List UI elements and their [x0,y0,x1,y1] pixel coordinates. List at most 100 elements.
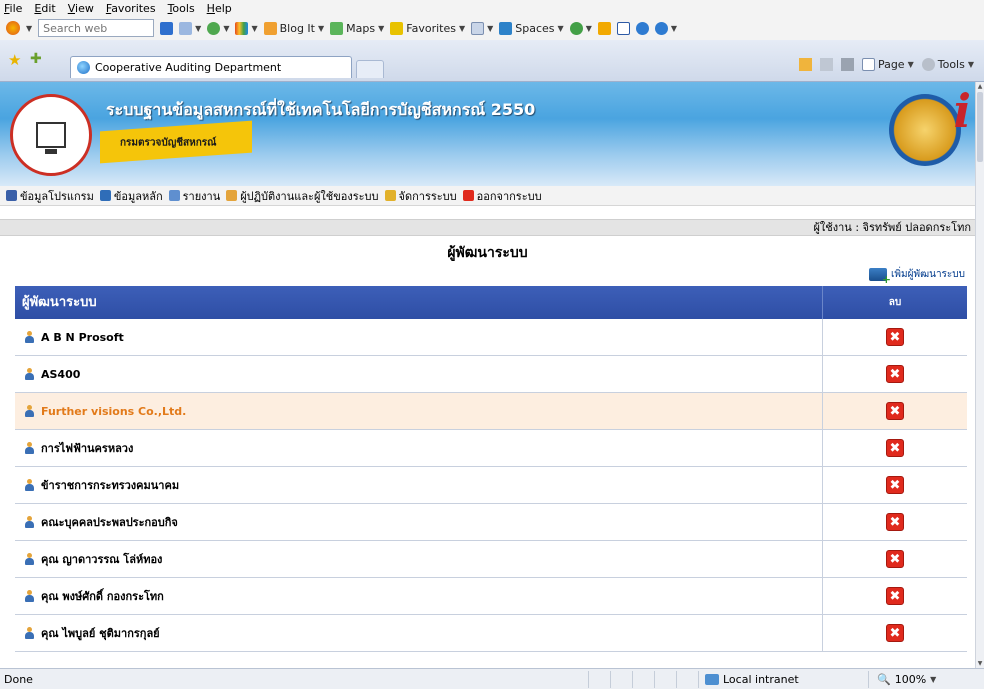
pencil-button[interactable] [597,21,611,35]
delete-button[interactable]: ✖ [886,587,904,605]
menu-tools[interactable]: Tools [168,2,195,15]
column-header-delete: ลบ [888,297,902,308]
tab-cooperative-auditing[interactable]: Cooperative Auditing Department [70,56,352,78]
developer-name-cell[interactable]: ข้าราชการกระทรวงคมนาคม [15,467,823,503]
nav-master-data[interactable]: ข้อมูลหลัก [99,187,163,205]
blog-it-button[interactable]: Blog It ▼ [263,21,324,35]
help-button[interactable]: ▼ [654,21,677,35]
delete-button[interactable]: ✖ [886,624,904,642]
tab-title: Cooperative Auditing Department [95,61,282,74]
menu-favorites[interactable]: Favorites [106,2,156,15]
person-icon [24,479,35,491]
mail-icon [471,21,485,35]
zone-label: Local intranet [723,672,799,686]
person-icon [24,405,35,417]
delete-cell: ✖ [823,541,967,577]
feeds-icon[interactable] [819,58,833,71]
delete-cell: ✖ [823,578,967,614]
page-title: ผู้พัฒนาระบบ [447,245,528,261]
table-body: A B N Prosoft ✖ AS400 ✖ Further visions Co.,… [15,319,967,652]
mail-button[interactable]: ▼ [471,21,493,35]
developer-name-cell[interactable]: คุณ ญาดาวรรณ โล่ห์ทอง [15,541,823,577]
person-icon [24,331,35,343]
developer-name-cell[interactable]: A B N Prosoft [15,319,823,355]
favorites-star-icon[interactable]: ★ [8,51,21,69]
scroll-thumb[interactable] [977,92,983,162]
person-icon [24,553,35,565]
developer-name-cell[interactable]: คณะบุคคลประพลประกอบกิจ [15,504,823,540]
msn-dropdown-icon[interactable]: ▼ [26,24,32,33]
developer-name-cell[interactable]: การไฟฟ้านครหลวง [15,430,823,466]
current-user-label: ผู้ใช้งาน : จิรทรัพย์ ปลอดกระโทก [813,221,971,234]
scroll-up-icon[interactable]: ▲ [976,82,984,91]
edit-button[interactable] [616,21,630,35]
add-developer-link[interactable]: เพิ่มผู้พัฒนาระบบ [869,267,965,286]
command-bar: Page ▼ Tools ▼ [798,58,974,71]
home-icon[interactable] [798,58,812,71]
main-nav: ข้อมูลโปรแกรม ข้อมูลหลัก รายงาน ผู้ปฏิบั… [0,186,975,206]
info-i-mark: i [953,84,971,138]
developer-name: คุณ ญาดาวรรณ โล่ห์ทอง [41,553,163,566]
msn-icon[interactable] [6,21,20,35]
toolbar-butterfly-button[interactable]: ▼ [235,21,258,35]
toolbar-add-button[interactable]: ▼ [207,21,229,35]
delete-cell: ✖ [823,393,967,429]
delete-button[interactable]: ✖ [886,476,904,494]
messenger-button[interactable]: ▼ [569,21,592,35]
nav-reports-label: รายงาน [182,189,221,203]
developer-name-cell[interactable]: คุณ พงษ์ศักดิ์ กองกระโทก [15,578,823,614]
zoom-dropdown-icon[interactable]: ▼ [930,675,936,684]
search-input[interactable] [38,19,155,37]
nav-system-admin[interactable]: จัดการระบบ [384,187,457,205]
menu-help[interactable]: Help [207,2,232,15]
status-segment [588,670,610,688]
print-icon[interactable] [840,58,854,71]
delete-button[interactable]: ✖ [886,402,904,420]
highlight-icon [179,21,193,35]
delete-button[interactable]: ✖ [886,439,904,457]
page-menu-button[interactable]: Page ▼ [861,58,914,71]
delete-button[interactable]: ✖ [886,550,904,568]
users-icon [99,190,111,201]
security-zone[interactable]: Local intranet [698,670,868,688]
favorites-button[interactable]: Favorites ▼ [390,21,465,35]
delete-button[interactable]: ✖ [886,513,904,531]
person-icon [226,190,238,201]
search-button[interactable] [160,21,174,35]
table-row: AS400 ✖ [15,356,967,393]
department-emblem [889,94,961,166]
menu-view[interactable]: View [68,2,94,15]
menu-file[interactable]: File [4,2,22,15]
delete-cell: ✖ [823,467,967,503]
new-tab-button[interactable] [356,60,384,78]
developer-name-cell[interactable]: คุณ ไพบูลย์ ชุติมากรกุลย์ [15,615,823,651]
banner-title: ระบบฐานข้อมูลสหกรณ์ที่ใช้เทคโนโลยีการบัญ… [106,100,536,119]
delete-button[interactable]: ✖ [886,328,904,346]
developer-name: คุณ ไพบูลย์ ชุติมากรกุลย์ [41,627,160,640]
cad-logo [10,94,92,176]
spaces-button[interactable]: Spaces ▼ [499,21,564,35]
vertical-scrollbar[interactable]: ▲ ▼ [975,82,984,668]
nav-system-admin-label: จัดการระบบ [398,189,457,203]
alert-button[interactable] [635,21,649,35]
tools-menu-button[interactable]: Tools ▼ [921,58,974,71]
current-user-bar: ผู้ใช้งาน : จิรทรัพย์ ปลอดกระโทก [0,219,975,236]
developer-name-cell[interactable]: AS400 [15,356,823,392]
add-favorite-icon[interactable]: ✚ [30,51,42,67]
map-icon [330,21,344,35]
delete-button[interactable]: ✖ [886,365,904,383]
maps-button[interactable]: Maps ▼ [330,21,384,35]
developer-name: Further visions Co.,Ltd. [41,404,187,418]
nav-operators-users[interactable]: ผู้ปฏิบัติงานและผู้ใช้ของระบบ [226,187,379,205]
toolbar-highlight-button[interactable]: ▼ [179,21,201,35]
nav-logout[interactable]: ออกจากระบบ [462,187,542,205]
favorites-label: Favorites [406,21,456,35]
menu-edit[interactable]: Edit [34,2,55,15]
nav-program-info[interactable]: ข้อมูลโปรแกรม [6,187,94,205]
developer-name-cell[interactable]: Further visions Co.,Ltd. [15,393,823,429]
intranet-icon [705,673,719,685]
scroll-down-icon[interactable]: ▼ [976,659,984,668]
nav-reports[interactable]: รายงาน [168,187,221,205]
person-icon [24,590,35,602]
zoom-control[interactable]: 🔍 100% ▼ [868,670,936,688]
